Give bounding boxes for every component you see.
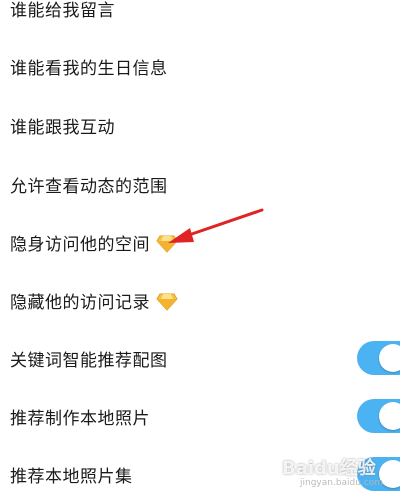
setting-label: 推荐制作本地照片 <box>10 408 150 429</box>
setting-row-hide-visit-record[interactable]: 隐藏他的访问记录 <box>0 271 400 329</box>
setting-label: 谁能跟我互动 <box>10 117 115 138</box>
setting-label: 隐身访问他的空间 <box>10 230 178 255</box>
setting-row-interaction-permission[interactable]: 谁能跟我互动 <box>0 96 400 154</box>
setting-row-keyword-image-recommend: 关键词智能推荐配图 <box>0 329 400 387</box>
setting-label: 谁能看我的生日信息 <box>10 58 168 79</box>
watermark-logo: Baidu经验 <box>282 458 376 479</box>
setting-row-message-permission[interactable]: 谁能给我留言 <box>0 0 400 37</box>
setting-label-text: 隐身访问他的空间 <box>10 234 150 255</box>
watermark-url: jingyan.baidu.com <box>300 478 384 488</box>
toggle-knob <box>379 344 400 372</box>
toggle-switch[interactable] <box>357 399 400 433</box>
toggle-knob <box>379 402 400 430</box>
setting-row-invisible-visit[interactable]: 隐身访问他的空间 <box>0 213 400 271</box>
setting-label: 允许查看动态的范围 <box>10 176 168 197</box>
setting-row-moments-range[interactable]: 允许查看动态的范围 <box>0 155 400 213</box>
setting-row-birthday-visibility[interactable]: 谁能看我的生日信息 <box>0 37 400 95</box>
setting-label-text: 隐藏他的访问记录 <box>10 292 150 313</box>
setting-label: 隐藏他的访问记录 <box>10 288 178 313</box>
vip-diamond-icon <box>156 293 178 311</box>
setting-label: 谁能给我留言 <box>10 0 115 21</box>
setting-row-local-photo-recommend: 推荐制作本地照片 <box>0 387 400 445</box>
setting-label: 推荐本地照片集 <box>10 466 133 487</box>
setting-label: 关键词智能推荐配图 <box>10 350 168 371</box>
vip-diamond-icon <box>156 235 178 253</box>
toggle-switch[interactable] <box>357 341 400 375</box>
